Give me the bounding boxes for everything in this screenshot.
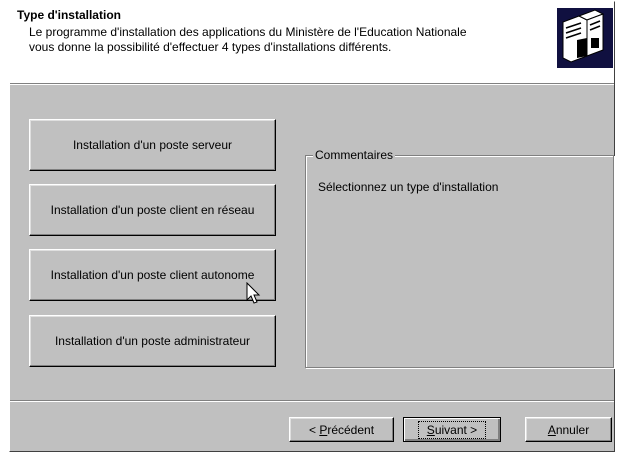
network-client-install-button[interactable]: Installation d'un poste client en réseau — [29, 184, 276, 236]
back-button[interactable]: < Précédent — [289, 417, 394, 442]
cancel-label: Annuler — [547, 422, 590, 437]
next-button[interactable]: Suivant > — [403, 417, 501, 442]
next-label: Suivant > — [417, 420, 487, 439]
description-line-2: vous donne la possibilité d'effectuer 4 … — [29, 40, 392, 54]
page-title: Type d'installation — [17, 8, 121, 22]
server-install-button[interactable]: Installation d'un poste serveur — [29, 119, 276, 171]
header-separator — [10, 83, 614, 85]
description-line-1: Le programme d'installation des applicat… — [29, 25, 467, 39]
standalone-client-install-button[interactable]: Installation d'un poste client autonome — [29, 249, 276, 301]
admin-install-button[interactable]: Installation d'un poste administrateur — [29, 315, 276, 367]
mouse-cursor-icon — [246, 282, 261, 304]
page-description: Le programme d'installation des applicat… — [29, 25, 549, 55]
comments-groupbox: Commentaires Sélectionnez un type d'inst… — [305, 148, 614, 368]
cancel-button[interactable]: Annuler — [525, 417, 612, 442]
footer-separator — [10, 400, 614, 402]
installer-window: Type d'installation Le programme d'insta… — [9, 1, 615, 452]
computers-icon — [557, 8, 613, 68]
wizard-header: Type d'installation Le programme d'insta… — [10, 2, 614, 83]
comments-legend: Commentaires — [313, 148, 396, 162]
comments-text: Sélectionnez un type d'installation — [318, 180, 499, 194]
back-label: < Précédent — [308, 422, 375, 437]
